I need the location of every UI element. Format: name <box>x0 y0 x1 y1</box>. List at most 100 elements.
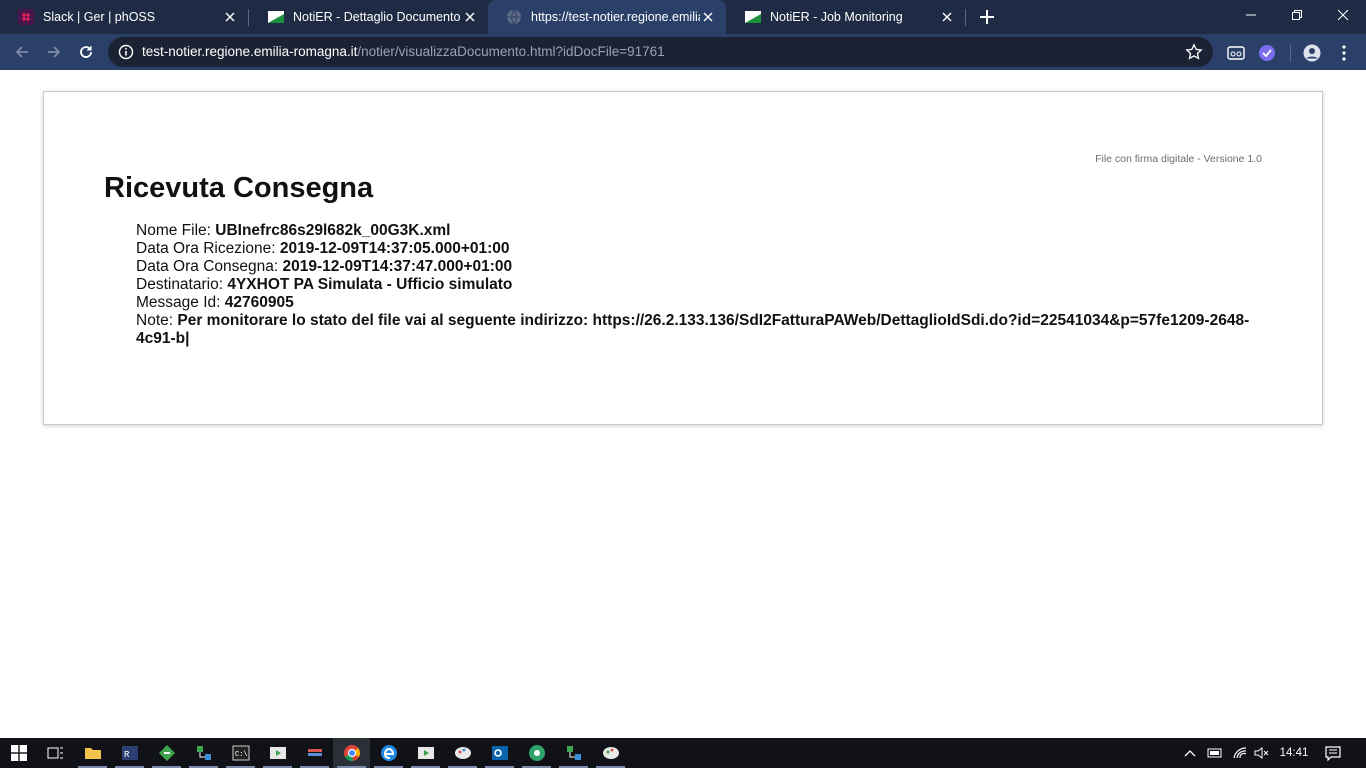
tab-title: NotiER - Job Monitoring <box>770 10 903 24</box>
tab-notier-job-monitoring[interactable]: NotiER - Job Monitoring <box>727 0 965 34</box>
new-tab-button[interactable] <box>976 6 998 28</box>
tab-title: NotiER - Dettaglio Documento <box>293 10 461 24</box>
edge-icon <box>380 745 397 761</box>
start-button[interactable] <box>0 738 37 768</box>
forward-button[interactable] <box>40 38 68 66</box>
close-tab-icon[interactable] <box>222 9 238 25</box>
windows-taskbar: R C:\ 14:41 <box>0 738 1366 768</box>
field-value: 42760905 <box>224 294 294 311</box>
browser-toolbar: test-notier.regione.emilia-romagna.it/no… <box>0 34 1366 70</box>
forward-arrow-icon <box>48 46 61 58</box>
tab-notier-dettaglio[interactable]: NotiER - Dettaglio Documento <box>250 0 488 34</box>
network-app-icon <box>566 746 581 760</box>
field-value: Per monitorare lo stato del file vai al … <box>136 312 1250 347</box>
field-value: 2019-12-09T14:37:05.000+01:00 <box>279 240 510 257</box>
network-app-icon <box>196 746 211 760</box>
reload-icon <box>80 46 92 58</box>
close-window-button[interactable] <box>1320 0 1366 30</box>
extension-incognito-icon[interactable] <box>1226 43 1246 63</box>
globe-icon <box>507 9 521 25</box>
close-tab-icon[interactable] <box>462 9 478 25</box>
tab-slack[interactable]: Slack | Ger | phOSS <box>0 0 248 34</box>
diamond-app-icon <box>158 745 175 761</box>
wifi-indicator[interactable] <box>1229 738 1251 768</box>
menu-dots-icon[interactable] <box>1334 43 1354 63</box>
slack-icon <box>18 9 34 25</box>
taskbar-app[interactable] <box>444 738 481 768</box>
screen-app-icon <box>417 747 434 759</box>
taskbar-outlook[interactable] <box>481 738 518 768</box>
battery-indicator[interactable] <box>1203 738 1225 768</box>
action-center-button[interactable] <box>1320 738 1346 768</box>
taskbar-app[interactable]: R <box>111 738 148 768</box>
tab-title: Slack | Ger | phOSS <box>43 10 156 24</box>
field-note: Note: Per monitorare lo stato del file v… <box>136 312 1266 348</box>
field-label: Message Id: <box>136 294 221 311</box>
url-text[interactable]: test-notier.regione.emilia-romagna.it/no… <box>142 44 665 59</box>
volume-indicator[interactable] <box>1252 738 1272 768</box>
minimize-icon <box>1246 14 1256 16</box>
field-label: Data Ora Consegna: <box>136 258 279 275</box>
taskbar-app[interactable] <box>185 738 222 768</box>
field-data-ora-ricezione: Data Ora Ricezione: 2019-12-09T14:37:05.… <box>136 240 1266 258</box>
wifi-icon <box>1233 747 1247 759</box>
profile-avatar-icon[interactable] <box>1302 43 1322 63</box>
close-tab-icon[interactable] <box>700 9 716 25</box>
plus-icon <box>980 10 994 24</box>
volume-muted-icon <box>1254 747 1269 759</box>
taskbar-app[interactable] <box>148 738 185 768</box>
url-path: /notier/visualizzaDocumento.html?idDocFi… <box>357 44 665 59</box>
back-button[interactable] <box>8 38 36 66</box>
stack-app-icon <box>307 749 322 756</box>
taskbar-app[interactable] <box>407 738 444 768</box>
back-arrow-icon <box>15 46 28 58</box>
extension-check-icon[interactable] <box>1257 43 1277 63</box>
screen-app-icon <box>269 747 286 759</box>
field-label: Data Ora Ricezione: <box>136 240 276 257</box>
address-bar[interactable]: test-notier.regione.emilia-romagna.it/no… <box>108 37 1213 67</box>
taskbar-edge[interactable] <box>370 738 407 768</box>
field-data-ora-consegna: Data Ora Consegna: 2019-12-09T14:37:47.0… <box>136 258 1266 276</box>
taskbar-app[interactable] <box>518 738 555 768</box>
task-view-button[interactable] <box>37 738 74 768</box>
reload-button[interactable] <box>72 38 100 66</box>
taskbar-cmd[interactable]: C:\ <box>222 738 259 768</box>
green-circle-app-icon <box>528 745 545 761</box>
taskbar-app[interactable] <box>555 738 592 768</box>
svg-text:R: R <box>124 750 130 760</box>
field-value: 2019-12-09T14:37:47.000+01:00 <box>282 258 513 275</box>
receipt-fields: Nome File: UBInefrc86s29l682k_00G3K.xml … <box>136 222 1266 348</box>
tab-separator <box>965 9 966 26</box>
taskbar-chrome[interactable] <box>333 738 370 768</box>
restore-button[interactable] <box>1274 0 1320 30</box>
info-icon[interactable] <box>118 44 134 60</box>
close-tab-icon[interactable] <box>939 9 955 25</box>
tab-active-url[interactable]: https://test-notier.regione.emilia <box>488 0 726 34</box>
field-label: Destinatario: <box>136 276 224 293</box>
bookmark-star-icon[interactable] <box>1185 43 1203 61</box>
svg-text:C:\: C:\ <box>235 751 248 759</box>
minimize-button[interactable] <box>1228 0 1274 30</box>
taskbar-file-explorer[interactable] <box>74 738 111 768</box>
field-label: Note: <box>136 312 174 329</box>
field-nome-file: Nome File: UBInefrc86s29l682k_00G3K.xml <box>136 222 1266 240</box>
tray-expand-button[interactable] <box>1180 738 1200 768</box>
field-value: 4YXHOT PA Simulata - Ufficio simulato <box>227 276 513 293</box>
taskbar-app[interactable] <box>592 738 629 768</box>
taskbar-app[interactable] <box>296 738 333 768</box>
field-label: Nome File: <box>136 222 211 239</box>
restore-icon <box>1292 10 1302 20</box>
tab-separator <box>248 9 249 26</box>
tab-title: https://test-notier.regione.emilia <box>531 10 700 24</box>
windows-logo-icon <box>10 745 27 761</box>
chevron-up-icon <box>1184 750 1196 757</box>
taskbar-app[interactable] <box>259 738 296 768</box>
close-icon <box>1337 9 1349 21</box>
terminal-app-icon: R <box>121 746 138 760</box>
clock[interactable]: 14:41 <box>1276 738 1312 768</box>
field-message-id: Message Id: 42760905 <box>136 294 1266 312</box>
battery-icon <box>1207 748 1222 758</box>
toolbar-separator <box>1290 44 1291 62</box>
chrome-icon <box>343 745 360 762</box>
cmd-icon: C:\ <box>232 745 249 761</box>
